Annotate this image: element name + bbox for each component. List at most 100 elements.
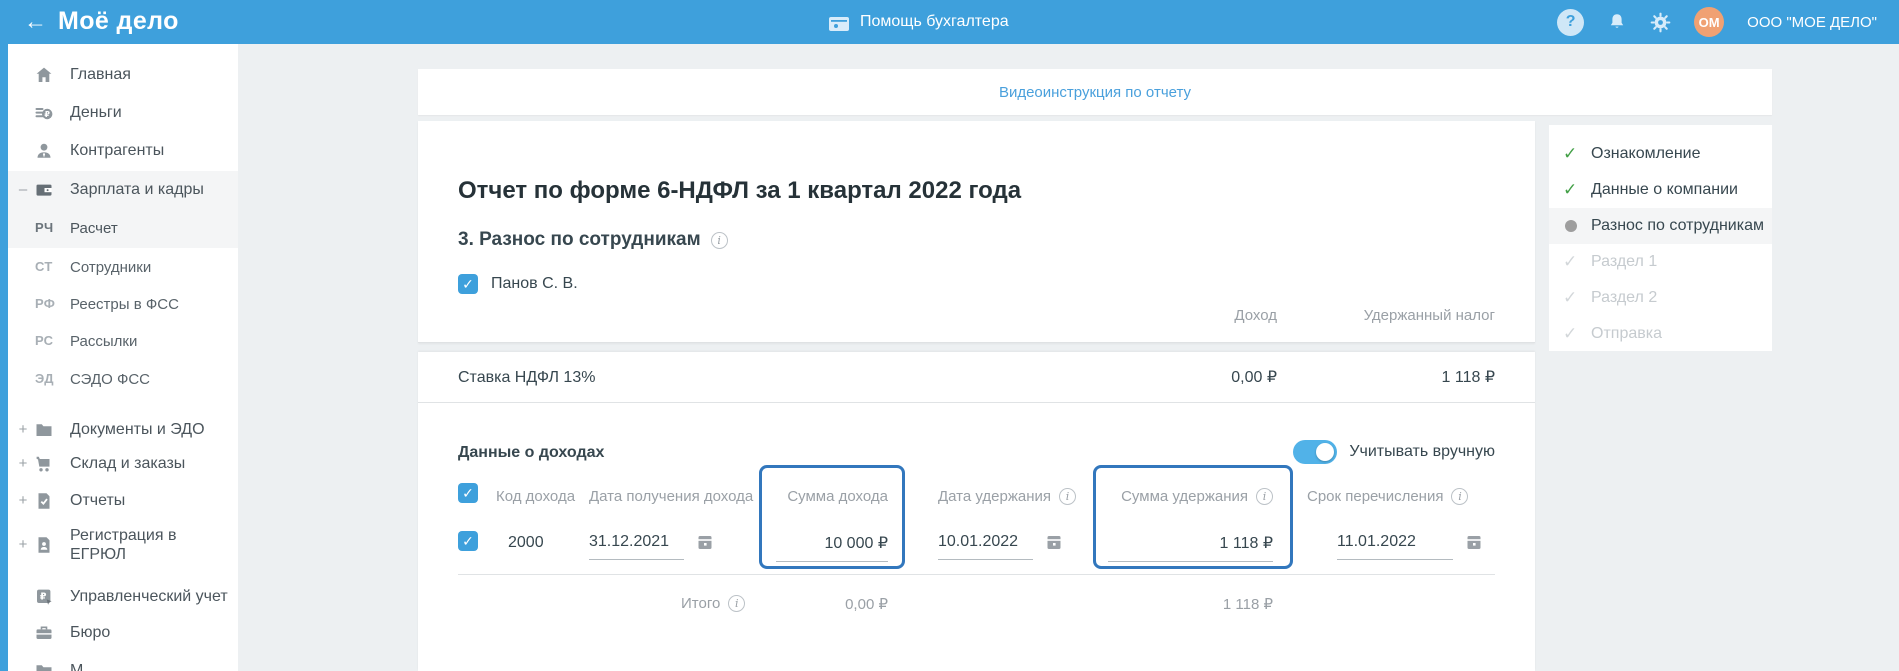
report-card-bottom: Ставка НДФЛ 13% 0,00 ₽ 1 118 ₽ Данные о … [418, 352, 1535, 671]
accountant-help-link[interactable]: Помощь бухгалтера [828, 0, 1009, 44]
step-dannye-o-kompanii[interactable]: ✓ Данные о компании [1549, 176, 1772, 204]
manual-toggle[interactable] [1293, 440, 1337, 464]
col-header-due: Срок перечисления i [1307, 488, 1468, 505]
app-window: ← Моё дело Помощь бухгалтера ? ОМ ООО "М… [0, 0, 1899, 671]
document-person-icon [34, 535, 54, 555]
calendar-icon[interactable] [696, 533, 714, 551]
info-icon[interactable]: i [1451, 488, 1468, 505]
info-icon[interactable]: i [1256, 488, 1273, 505]
sidebar-item-sklad[interactable]: + Склад и заказы [8, 445, 238, 483]
app-logo[interactable]: Моё дело [58, 7, 179, 36]
check-icon: ✓ [1563, 324, 1579, 344]
date-received-field[interactable]: 31.12.2021 [589, 533, 714, 560]
step-raznos-po-sotrudnikam[interactable]: Разнос по сотрудникам [1549, 212, 1772, 240]
collapse-indicator[interactable]: – [16, 181, 30, 198]
ruble-doc-icon: ₽ [34, 587, 54, 607]
check-icon: ✓ [1563, 288, 1579, 308]
back-arrow-icon[interactable]: ← [24, 8, 47, 35]
sidebar-subitem-sedo[interactable]: ЭД СЭДО ФСС [8, 360, 238, 398]
tax-rate-label: Ставка НДФЛ 13% [458, 352, 595, 403]
sidebar-item-otchety[interactable]: + Отчеты [8, 482, 238, 520]
sidebar: Главная ₽ Деньги Контрагенты – Зарплата … [8, 44, 238, 671]
expand-indicator[interactable]: + [16, 421, 30, 438]
sidebar-item-dengi[interactable]: ₽ Деньги [8, 94, 238, 132]
due-date-field[interactable]: 11.01.2022 [1337, 533, 1483, 560]
help-icon[interactable]: ? [1557, 9, 1584, 36]
bell-icon[interactable] [1607, 12, 1627, 32]
step-oznakomlenie[interactable]: ✓ Ознакомление [1549, 140, 1772, 168]
sidebar-subitem-rassylki[interactable]: РС Рассылки [8, 322, 238, 360]
left-edge-strip [0, 0, 8, 671]
total-income: 0,00 ₽ [845, 595, 888, 613]
column-header-income: Доход [1234, 307, 1277, 324]
sidebar-item-dokumenty[interactable]: + Документы и ЭДО [8, 411, 238, 449]
sidebar-item-glavnaya[interactable]: Главная [8, 56, 238, 94]
video-instruction-bar: Видеоинструкция по отчету [418, 69, 1772, 115]
expand-indicator[interactable]: + [16, 536, 30, 553]
current-step-dot-icon [1565, 220, 1577, 232]
employee-row[interactable]: ✓ Панов С. В. [458, 274, 578, 294]
info-icon[interactable]: i [711, 232, 728, 249]
top-bar: ← Моё дело Помощь бухгалтера ? ОМ ООО "М… [0, 0, 1899, 44]
sidebar-subitem-sotrudniki[interactable]: СТ Сотрудники [8, 248, 238, 286]
date-withheld-field[interactable]: 10.01.2022 [938, 533, 1063, 560]
expand-indicator[interactable]: + [16, 492, 30, 509]
sidebar-subitem-reestry[interactable]: РФ Реестры в ФСС [8, 285, 238, 323]
employee-name: Панов С. В. [491, 275, 578, 293]
check-icon: ✓ [1563, 252, 1579, 272]
income-data-title: Данные о доходах [458, 444, 604, 462]
sidebar-item-clipped[interactable]: М [8, 652, 238, 671]
col-header-code: Код дохода [496, 488, 575, 505]
folder-icon [34, 661, 54, 671]
col-header-amount: Сумма дохода [787, 488, 888, 505]
avatar[interactable]: ОМ [1694, 7, 1724, 37]
svg-text:₽: ₽ [40, 592, 47, 603]
section-title: 3. Разнос по сотрудникам [458, 229, 701, 251]
manual-toggle-label: Учитывать вручную [1349, 443, 1495, 461]
tax-rate-row[interactable]: Ставка НДФЛ 13% 0,00 ₽ 1 118 ₽ [418, 352, 1535, 403]
check-icon: ✓ [1563, 180, 1579, 200]
money-icon: ₽ [34, 103, 54, 123]
svg-text:₽: ₽ [44, 110, 50, 119]
document-check-icon [34, 491, 54, 511]
briefcase-icon [34, 623, 54, 643]
employee-checkbox[interactable]: ✓ [458, 274, 478, 294]
info-icon[interactable]: i [728, 595, 745, 612]
col-header-date-withheld: Дата удержания i [938, 488, 1076, 505]
sidebar-item-kontragenty[interactable]: Контрагенты [8, 132, 238, 170]
sidebar-item-byuro[interactable]: Бюро [8, 614, 238, 652]
cash-case-icon [828, 13, 850, 32]
column-header-withheld: Удержанный налог [1364, 307, 1495, 324]
tax-rate-withheld: 1 118 ₽ [1442, 352, 1495, 403]
calendar-icon[interactable] [1465, 533, 1483, 551]
sidebar-item-registraciya[interactable]: + Регистрация в ЕГРЮЛ [8, 517, 238, 573]
col-header-amount-withheld: Сумма удержания i [1121, 488, 1273, 505]
sidebar-subitem-raschet[interactable]: РЧ Расчет [8, 209, 238, 247]
info-icon[interactable]: i [1059, 488, 1076, 505]
section-title-row: 3. Разнос по сотрудникам i [458, 229, 728, 251]
total-withheld: 1 118 ₽ [1223, 595, 1273, 613]
total-row-label: Итого i [681, 595, 745, 612]
expand-indicator[interactable]: + [16, 455, 30, 472]
manual-toggle-row: Учитывать вручную [1293, 440, 1495, 464]
income-code-value[interactable]: 2000 [508, 534, 544, 552]
wallet-icon [34, 180, 54, 200]
accountant-help-label: Помощь бухгалтера [860, 13, 1009, 31]
gear-icon[interactable] [1650, 12, 1671, 33]
sidebar-item-upravlencheskiy[interactable]: ₽ Управленческий учет [8, 578, 238, 616]
step-razdel-1: ✓ Раздел 1 [1549, 248, 1772, 276]
home-icon [34, 65, 54, 85]
sidebar-item-zarplata[interactable]: – Зарплата и кадры [8, 171, 238, 209]
amount-withheld-field[interactable]: 1 118 ₽ [1108, 533, 1273, 562]
select-all-checkbox[interactable]: ✓ [458, 483, 478, 503]
top-bar-right: ? ОМ ООО "МОЕ ДЕЛО" [1557, 0, 1877, 44]
col-header-date-received: Дата получения дохода [589, 488, 753, 505]
wizard-steps-panel: ✓ Ознакомление ✓ Данные о компании Разно… [1549, 125, 1772, 351]
calendar-icon[interactable] [1045, 533, 1063, 551]
company-name[interactable]: ООО "МОЕ ДЕЛО" [1747, 14, 1877, 31]
amount-field[interactable]: 10 000 ₽ [776, 533, 888, 562]
page-title: Отчет по форме 6-НДФЛ за 1 квартал 2022 … [458, 177, 1021, 205]
row-checkbox[interactable]: ✓ [458, 531, 478, 551]
video-instruction-link[interactable]: Видеоинструкция по отчету [999, 84, 1191, 101]
cart-icon [34, 454, 54, 474]
